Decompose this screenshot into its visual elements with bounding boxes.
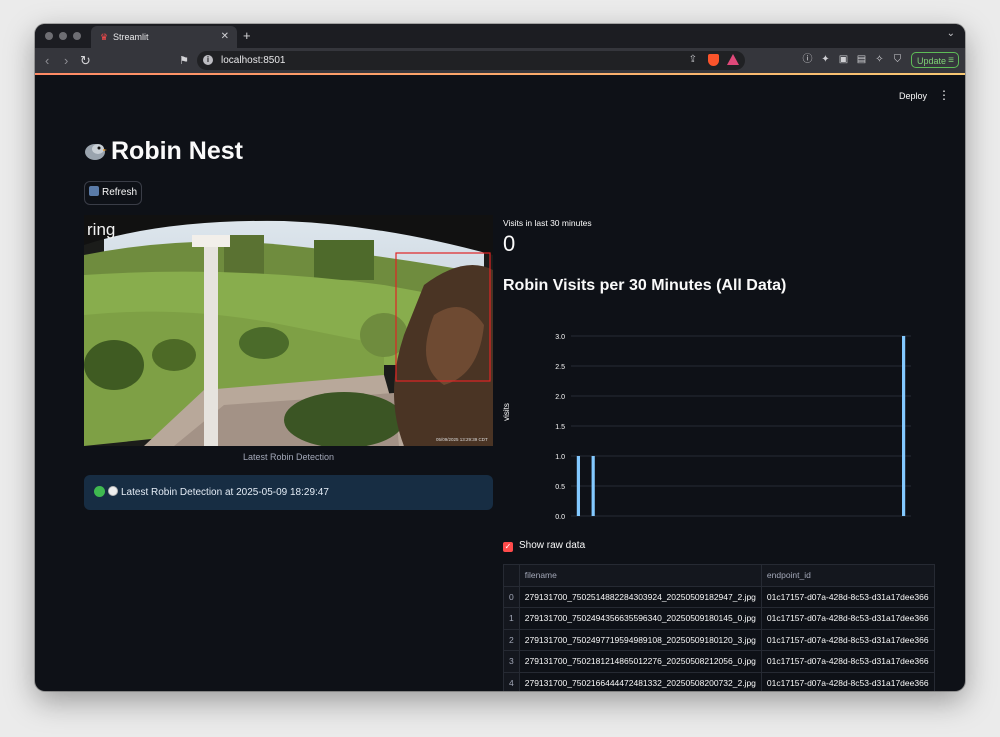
chart-bar[interactable]	[902, 336, 906, 516]
tab-title: Streamlit	[113, 32, 149, 42]
table-row[interactable]: 3 279131700_7502181214865012276_20250508…	[503, 650, 935, 673]
metric-value: 0	[503, 231, 516, 256]
new-tab-icon[interactable]: +	[243, 28, 251, 43]
more-options-icon[interactable]: ⋮	[938, 88, 950, 102]
visits-chart[interactable]: visits 0.00.51.01.52.02.53.003 PM05 PM07…	[501, 304, 921, 524]
sidebar-icon[interactable]: ▣	[838, 54, 849, 65]
y-tick-label: 1.0	[555, 454, 565, 461]
column-header-index[interactable]	[503, 564, 520, 587]
cell-filename[interactable]: 279131700_7502514882284303924_2025050918…	[518, 585, 762, 608]
row-index: 1	[503, 607, 520, 630]
y-tick-label: 2.5	[555, 364, 565, 371]
deploy-button[interactable]: Deploy	[899, 91, 927, 101]
browser-tab[interactable]: ♛ Streamlit ✕	[91, 26, 237, 48]
row-index: 3	[503, 650, 520, 673]
cell-filename[interactable]: 279131700_7502181214865012276_2025050821…	[518, 650, 762, 673]
browser-window: ♛ Streamlit ✕ + ⌄ ‹ › ↻ ⚑ i localhost:85…	[35, 24, 965, 691]
leo-ai-icon[interactable]: ✧	[874, 54, 885, 65]
camera-brand-label: ring	[87, 220, 115, 239]
row-index: 2	[503, 628, 520, 651]
camera-timestamp: 05/09/2025 13:29:39 CDT	[436, 437, 488, 442]
bookmark-icon[interactable]: ⚑	[179, 54, 189, 67]
y-axis-label: visits	[502, 403, 511, 421]
y-tick-label: 0.5	[555, 484, 565, 491]
alert-text: Latest Robin Detection at 2025-05-09 18:…	[121, 487, 329, 498]
clock-icon	[108, 486, 118, 496]
chart-bar[interactable]	[576, 456, 580, 516]
vpn-icon[interactable]: ⛉	[892, 54, 903, 65]
tab-strip: ♛ Streamlit ✕ + ⌄	[35, 24, 965, 48]
cell-endpoint-id[interactable]: 01c17157-d07a-428d-8c53-d31a17dee366	[760, 650, 935, 673]
password-manager-icon[interactable]: ⓘ	[802, 54, 813, 65]
y-tick-label: 3.0	[555, 334, 565, 341]
zoom-window-button[interactable]	[73, 32, 81, 40]
bird-icon	[85, 144, 107, 160]
reload-icon[interactable]: ↻	[80, 53, 91, 69]
chevron-down-icon[interactable]: ⌄	[947, 28, 955, 39]
extensions-icon[interactable]: ✦	[820, 54, 831, 65]
show-raw-data-checkbox[interactable]: ✓ Show raw data	[503, 540, 585, 552]
cell-filename[interactable]: 279131700_7502497719594989108_2025050918…	[518, 628, 762, 651]
metric-label: Visits in last 30 minutes	[503, 218, 592, 228]
table-row[interactable]: 2 279131700_7502497719594989108_20250509…	[503, 628, 935, 651]
table-row[interactable]: 0 279131700_7502514882284303924_20250509…	[503, 585, 935, 608]
row-index: 4	[503, 671, 520, 691]
header-decoration	[35, 73, 965, 75]
cell-endpoint-id[interactable]: 01c17157-d07a-428d-8c53-d31a17dee366	[760, 671, 935, 691]
table-row[interactable]: 1 279131700_7502494356635596340_20250509…	[503, 607, 935, 630]
address-bar[interactable]: i localhost:8501 ⇪	[197, 51, 745, 70]
share-icon[interactable]: ⇪	[689, 54, 697, 65]
cell-filename[interactable]: 279131700_7502166444472481332_2025050820…	[518, 671, 762, 691]
checkbox-checked-icon[interactable]: ✓	[503, 542, 513, 552]
update-button[interactable]: Update ≡	[911, 52, 959, 68]
page-title: Robin Nest	[83, 137, 243, 166]
table-row[interactable]: 4 279131700_7502166444472481332_20250508…	[503, 671, 935, 691]
brave-rewards-icon[interactable]	[727, 54, 739, 65]
chart-title: Robin Visits per 30 Minutes (All Data)	[503, 277, 787, 294]
menu-icon: ≡	[948, 55, 954, 66]
detection-image: ring 05/09/2025 13:29:39 CDT	[84, 215, 493, 446]
image-caption: Latest Robin Detection	[242, 452, 335, 462]
site-info-icon[interactable]: i	[203, 55, 213, 65]
table-header-row: filename endpoint_id	[503, 564, 935, 587]
back-icon[interactable]: ‹	[45, 53, 49, 68]
url-text[interactable]: localhost:8501	[221, 55, 286, 66]
raw-data-table[interactable]: filename endpoint_id 0 279131700_7502514…	[503, 564, 935, 691]
cell-endpoint-id[interactable]: 01c17157-d07a-428d-8c53-d31a17dee366	[760, 628, 935, 651]
cell-endpoint-id[interactable]: 01c17157-d07a-428d-8c53-d31a17dee366	[760, 585, 935, 608]
show-raw-data-label: Show raw data	[519, 540, 586, 551]
green-circle-icon	[94, 486, 105, 497]
refresh-icon	[88, 186, 99, 196]
close-window-button[interactable]	[45, 32, 53, 40]
refresh-button[interactable]: Refresh	[84, 181, 142, 205]
row-index: 0	[503, 585, 520, 608]
y-tick-label: 1.5	[555, 424, 565, 431]
refresh-label: Refresh	[101, 187, 137, 198]
forward-icon[interactable]: ›	[64, 53, 68, 68]
brave-shields-icon[interactable]	[708, 54, 719, 66]
browser-toolbar: ‹ › ↻ ⚑ i localhost:8501 ⇪ ⓘ ✦ ▣ ▤ ✧ ⛉ U…	[35, 48, 965, 73]
streamlit-icon: ♛	[100, 32, 109, 42]
column-header-filename[interactable]: filename	[518, 564, 762, 587]
close-tab-icon[interactable]: ✕	[221, 31, 229, 42]
cell-endpoint-id[interactable]: 01c17157-d07a-428d-8c53-d31a17dee366	[760, 607, 935, 630]
wallet-icon[interactable]: ▤	[856, 54, 867, 65]
info-alert: Latest Robin Detection at 2025-05-09 18:…	[84, 475, 493, 510]
page-title-text: Robin Nest	[111, 137, 243, 165]
camera-photo: ring 05/09/2025 13:29:39 CDT	[84, 215, 493, 446]
y-tick-label: 0.0	[555, 514, 565, 521]
update-label: Update	[917, 56, 947, 66]
minimize-window-button[interactable]	[59, 32, 67, 40]
cell-filename[interactable]: 279131700_7502494356635596340_2025050918…	[518, 607, 762, 630]
column-header-endpoint-id[interactable]: endpoint_id	[760, 564, 935, 587]
chart-bar[interactable]	[591, 456, 595, 516]
y-tick-label: 2.0	[555, 394, 565, 401]
